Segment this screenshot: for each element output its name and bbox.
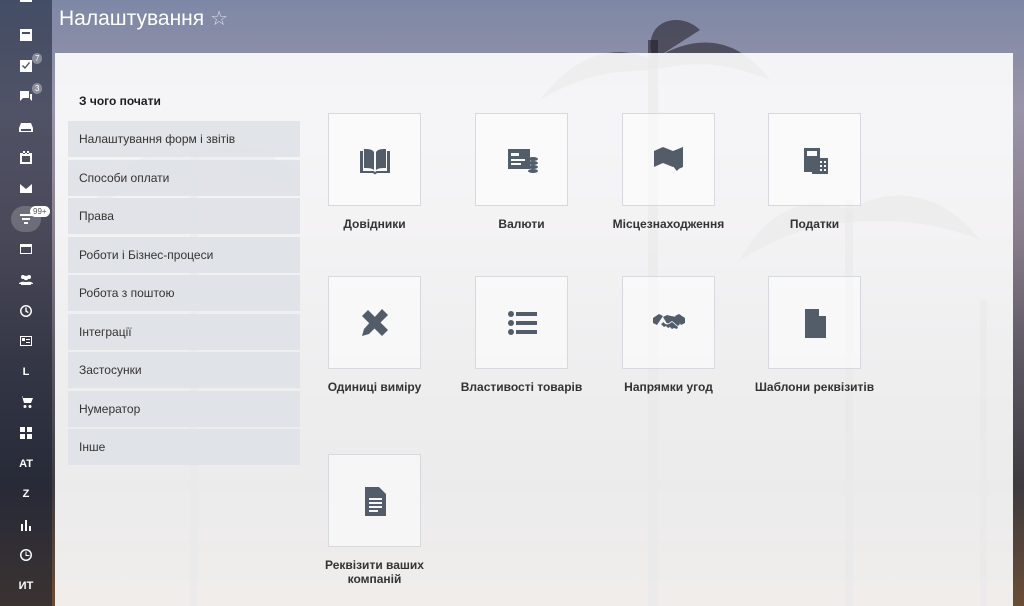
list-icon	[507, 310, 537, 335]
left-navigation-bar: 7 3 99+ L AT Z ИТ	[0, 0, 52, 606]
tile-deal-directions[interactable]: Напрямки угод	[622, 276, 715, 394]
chat-icon	[20, 91, 32, 102]
tile-label: Напрямки угод	[624, 380, 713, 394]
users-icon	[19, 275, 33, 286]
tile-label: Місцезнаходження	[612, 217, 725, 231]
tasks-badge: 7	[32, 52, 43, 64]
tile-label: Реквізити ваших компаній	[325, 558, 424, 586]
tile-icon-box[interactable]	[768, 276, 861, 369]
left-bar-item-analytics[interactable]	[0, 540, 52, 571]
left-bar-item-users[interactable]	[0, 265, 52, 296]
document-icon	[804, 308, 826, 338]
tile-company-requisites[interactable]: Реквізити ваших компаній	[325, 454, 424, 586]
calendar-icon	[20, 150, 32, 164]
left-bar-item-contacts[interactable]	[0, 326, 52, 357]
star-icon[interactable]: ☆	[210, 8, 228, 30]
sidebar-item-mail[interactable]: Робота з поштою	[68, 275, 300, 311]
sidebar-heading[interactable]: З чого почати	[79, 94, 161, 108]
tile-icon-box[interactable]	[328, 113, 421, 206]
sidebar-item-integrations[interactable]: Інтеграції	[68, 313, 300, 350]
left-bar-item-at[interactable]: AT	[0, 448, 52, 479]
left-bar-item-apps[interactable]	[0, 418, 52, 449]
bar-chart-icon	[21, 519, 31, 531]
left-bar-item-z[interactable]: Z	[0, 479, 52, 510]
sidebar-item-applications[interactable]: Застосунки	[68, 352, 300, 388]
left-bar-item-crm[interactable]: 99+	[0, 204, 52, 235]
mail-icon	[20, 184, 32, 194]
tile-label: Шаблони реквізитів	[754, 380, 875, 394]
left-bar-item-feed[interactable]	[0, 0, 52, 20]
left-bar-item-time[interactable]	[0, 295, 52, 326]
contact-card-icon	[20, 336, 32, 347]
left-bar-item-sites[interactable]	[0, 234, 52, 265]
sidebar-item-payment-methods[interactable]: Способи оплати	[68, 159, 300, 196]
sidebar-item-robots-bp[interactable]: Роботи і Бізнес-процеси	[68, 236, 300, 273]
tile-icon-box[interactable]	[328, 276, 421, 369]
sidebar-item-numerator[interactable]: Нумератор	[68, 390, 300, 427]
tile-label: Властивості товарів	[460, 380, 583, 394]
tile-label: Податки	[789, 217, 840, 231]
tile-currencies[interactable]: Валюти	[475, 113, 568, 231]
tile-icon-box[interactable]	[768, 113, 861, 206]
tile-product-properties[interactable]: Властивості товарів	[461, 276, 582, 394]
left-bar-item-drive[interactable]	[0, 112, 52, 143]
tile-locations[interactable]: Місцезнаходження	[613, 113, 724, 231]
drive-icon	[19, 123, 33, 133]
tile-references[interactable]: Довідники	[328, 113, 421, 231]
left-bar-item-it[interactable]: ИТ	[0, 571, 52, 602]
page-title-text: Налаштування	[59, 7, 205, 30]
news-icon	[20, 29, 32, 42]
tile-requisite-templates[interactable]: Шаблони реквізитів	[755, 276, 874, 394]
currency-icon	[507, 148, 538, 173]
settings-sidebar-menu: Налаштування форм і звітів Способи оплат…	[68, 121, 300, 468]
tile-icon-box[interactable]	[328, 454, 421, 547]
sidebar-item-other[interactable]: Інше	[68, 429, 300, 465]
tile-icon-box[interactable]	[622, 276, 715, 369]
tile-label: Одиниці виміру	[327, 380, 422, 394]
tile-icon-box[interactable]	[475, 113, 568, 206]
tile-icon-box[interactable]	[622, 113, 715, 206]
feed-icon	[20, 0, 32, 2]
tile-taxes[interactable]: Податки	[768, 113, 861, 231]
left-bar-item-shop[interactable]	[0, 387, 52, 418]
clock-icon	[20, 304, 33, 317]
tasks-icon	[20, 59, 32, 72]
chat-badge: 3	[32, 83, 43, 95]
left-bar-item-tasks[interactable]: 7	[0, 51, 52, 82]
left-bar-item-reports[interactable]	[0, 510, 52, 541]
text-document-icon	[364, 486, 386, 516]
cart-icon	[19, 396, 33, 409]
tile-label: Довідники	[343, 217, 406, 231]
left-bar-item-chat[interactable]: 3	[0, 81, 52, 112]
page-title: Налаштування ☆	[59, 6, 228, 31]
tile-label: Валюти	[498, 217, 545, 231]
sites-icon	[20, 244, 32, 255]
sidebar-item-permissions[interactable]: Права	[68, 198, 300, 234]
left-bar-item-news[interactable]	[0, 20, 52, 51]
map-icon	[653, 146, 683, 171]
book-icon	[359, 148, 390, 174]
crm-badge: 99+	[30, 205, 50, 217]
ruler-pencil-icon	[361, 308, 388, 336]
pie-icon	[20, 549, 33, 562]
settings-panel: З чого почати Налаштування форм і звітів…	[55, 53, 1013, 606]
sidebar-item-forms-reports[interactable]: Налаштування форм і звітів	[68, 121, 300, 157]
left-bar-item-l[interactable]: L	[0, 357, 52, 388]
left-bar-item-mail[interactable]	[0, 173, 52, 204]
apps-icon	[20, 427, 32, 440]
calculator-icon	[803, 147, 828, 174]
tile-icon-box[interactable]	[475, 276, 568, 369]
handshake-icon	[652, 313, 685, 329]
left-bar-item-calendar[interactable]	[0, 142, 52, 173]
tile-units[interactable]: Одиниці виміру	[328, 276, 421, 394]
